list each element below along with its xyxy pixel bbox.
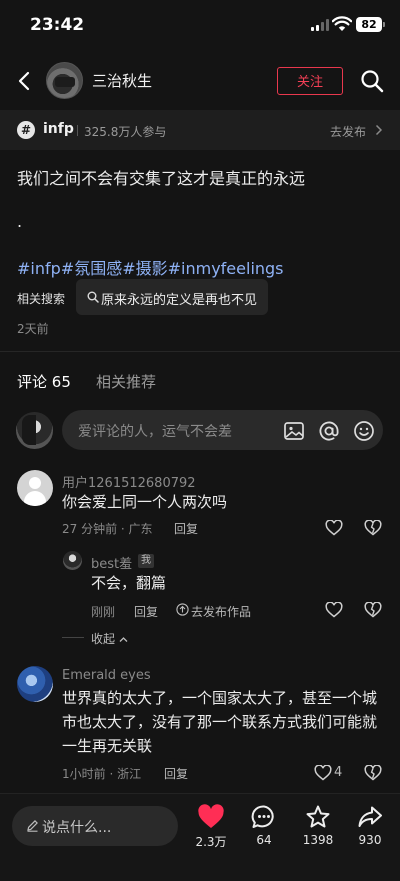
post-caption-dot: . [17,212,23,231]
broken-heart-icon[interactable] [364,520,382,536]
reply-user-name[interactable]: best羞 [91,553,132,572]
reply-button[interactable]: 回复 [164,765,188,782]
broken-heart-icon[interactable] [364,765,382,781]
nav-header: 三治秋生 关注 [0,58,400,104]
back-icon[interactable] [14,70,36,92]
wifi-icon [332,16,352,31]
post-caption: 我们之间不会有交集了这才是真正的永远 [17,169,306,188]
search-icon[interactable] [360,69,384,93]
heart-icon[interactable] [314,765,332,781]
hashtag-icon: # [17,121,35,139]
mention-icon[interactable] [318,420,340,442]
say-something-input[interactable]: 说点什么... [12,806,178,846]
divider [0,351,400,352]
reply-button[interactable]: 回复 [174,520,198,537]
tab-related-recommend[interactable]: 相关推荐 [96,371,156,392]
topic-bar[interactable]: # infp 325.8万人参与 去发布 [0,110,400,150]
comment-meta: 1小时前 · 浙江 [62,767,142,781]
search-icon [87,291,99,303]
comment-tabs: 评论 65 相关推荐 [0,369,400,395]
author-badge: 我 [138,554,154,568]
comment-meta: 27 分钟前 · 广东 [62,522,153,536]
emoji-icon[interactable] [353,420,375,442]
tab-comments[interactable]: 评论 65 [17,371,71,392]
collapse-label: 收起 [91,632,116,646]
comment-text: 世界真的太大了，一个国家太大了，甚至一个城市也太大了，没有了那一个联系方式我们可… [62,689,378,755]
star-icon [306,805,330,828]
chevron-right-icon [375,124,383,136]
like-count: 2.3万 [195,835,227,849]
broken-heart-icon[interactable] [364,602,382,618]
comment-input-placeholder: 爱评论的人，运气不会差 [78,424,232,440]
say-something-placeholder: 说点什么... [42,820,112,836]
hashtag-link[interactable]: #inmyfeelings [168,259,284,278]
heart-icon[interactable] [325,602,343,618]
like-button[interactable]: 2.3万 [189,804,233,860]
pencil-icon [27,820,38,832]
reply-user-avatar[interactable] [63,551,82,570]
topic-name: infp [43,121,74,137]
comment-button[interactable]: 64 [242,804,286,860]
reply-button[interactable]: 回复 [134,603,158,620]
image-icon[interactable] [283,420,305,442]
comment-text: 你会爱上同一个人两次吗 [62,493,228,511]
commenter-name[interactable]: 用户1261512680792 [62,472,196,491]
bottom-action-bar: 说点什么... 2.3万 64 1398 930 [0,793,400,881]
publish-work-link[interactable]: 去发布作品 [191,603,251,620]
favorite-button[interactable]: 1398 [296,804,340,860]
related-search-chip[interactable]: 原来永远的定义是再也不见 [76,279,268,315]
comment-icon [251,805,274,828]
follow-button[interactable]: 关注 [277,67,343,95]
chevron-up-icon [119,637,128,642]
hashtag-link[interactable]: #氛围感 [61,259,122,278]
share-button[interactable]: 930 [348,804,392,860]
comment-count: 64 [256,833,272,847]
reply-meta: 刚刚 [91,605,116,619]
share-icon [358,806,382,827]
topic-participant-count: 325.8万人参与 [76,125,167,139]
heart-icon[interactable] [325,520,343,536]
tab-comments-label: 评论 [17,373,48,391]
battery-icon: 82 [356,17,385,32]
author-avatar[interactable] [46,62,83,99]
heart-filled-icon [198,804,224,828]
collapse-replies-button[interactable]: 收起 [91,630,128,647]
related-search-label: 相关搜索 [17,292,66,306]
commenter-avatar[interactable] [17,470,53,506]
status-time: 23:42 [30,15,85,35]
author-name[interactable]: 三治秋生 [92,70,152,91]
post-hashtags: #infp#氛围感#摄影#inmyfeelings [17,255,284,279]
collapse-divider [62,637,84,638]
hashtag-link[interactable]: #infp [17,259,61,278]
status-bar: 23:42 82 [0,0,400,50]
related-search-query: 原来永远的定义是再也不见 [101,293,258,308]
commenter-avatar[interactable] [17,666,53,702]
comment-like-count: 4 [334,765,343,780]
topic-publish-link[interactable]: 去发布 [330,123,366,140]
cellular-signal-icon [311,19,329,31]
comment-input[interactable]: 爱评论的人，运气不会差 [62,410,383,450]
favorite-count: 1398 [302,833,334,847]
post-timestamp: 2天前 [17,322,49,336]
comment-input-row: 爱评论的人，运气不会差 [0,405,400,455]
upload-icon [176,603,189,616]
current-user-avatar [16,412,53,449]
share-count: 930 [358,833,382,847]
hashtag-link[interactable]: #摄影 [122,259,167,278]
reply-text: 不会，翻篇 [91,574,167,592]
tab-comments-count: 65 [51,373,71,391]
commenter-name[interactable]: Emerald eyes [62,668,151,683]
